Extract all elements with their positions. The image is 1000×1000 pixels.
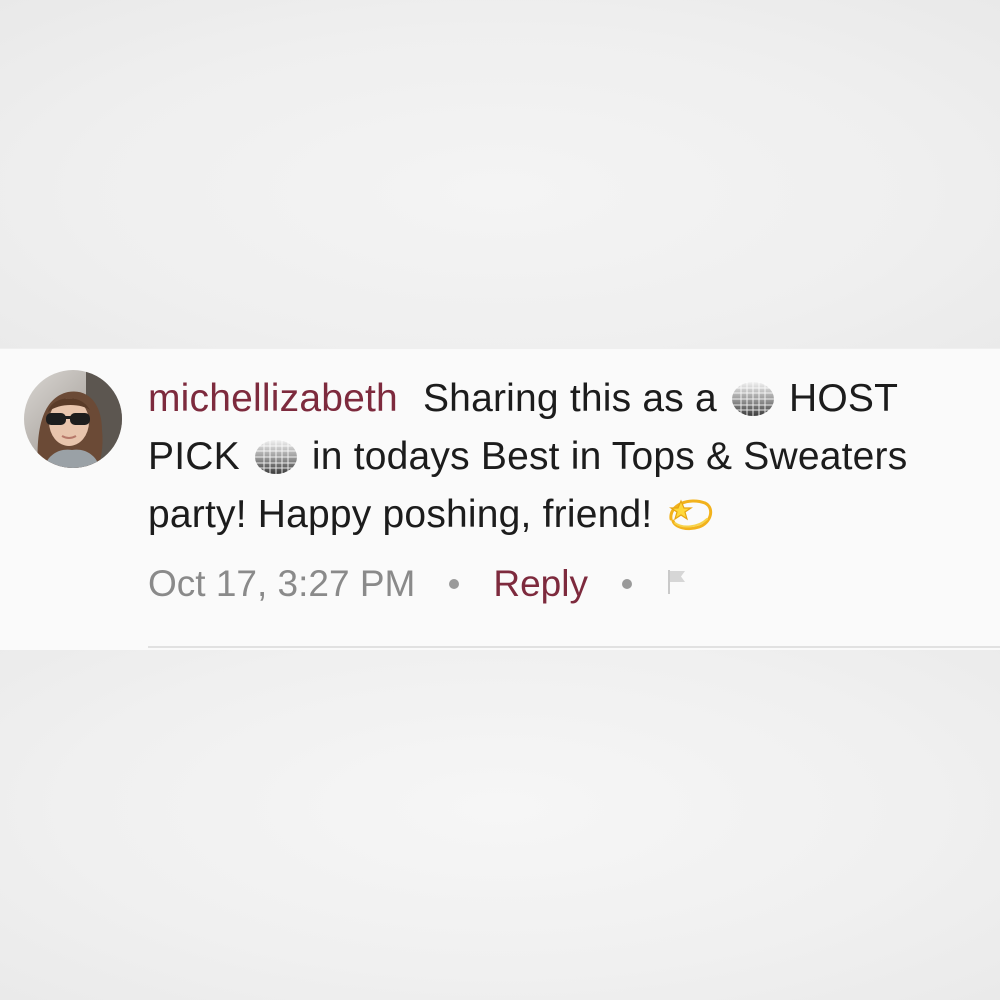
disco-ball-icon [730,379,776,431]
dizzy-star-icon [665,493,715,547]
reply-button[interactable]: Reply [493,563,588,605]
avatar[interactable] [24,370,122,468]
blurred-background-bottom [0,650,1000,1000]
comment-meta: Oct 17, 3:27 PM Reply [148,558,688,610]
flag-icon[interactable] [666,563,688,605]
separator-dot [621,579,632,589]
blurred-background-top [0,0,1000,348]
comment-body: michellizabeth Sharing this as a HOST PI… [148,373,978,547]
comment-username[interactable]: michellizabeth [148,377,398,420]
avatar-photo [24,370,122,468]
comment-text-part1: Sharing this as a [422,377,717,420]
comment-timestamp: Oct 17, 3:27 PM [148,563,416,604]
disco-ball-icon [253,437,299,489]
separator-dot [449,579,460,589]
divider [148,646,1000,648]
